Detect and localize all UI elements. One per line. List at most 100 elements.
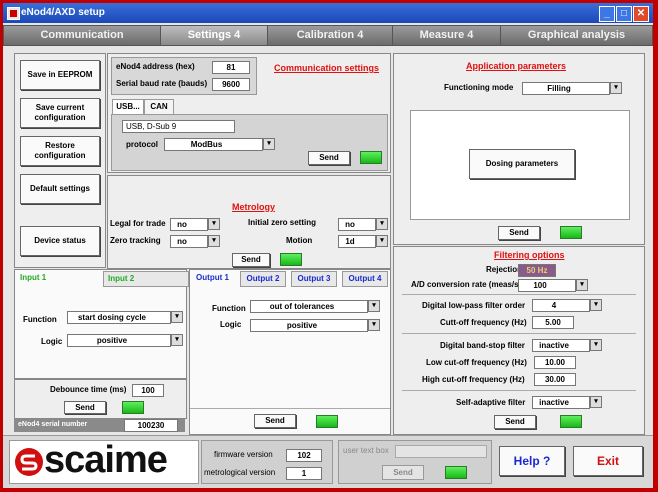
tab-usb[interactable]: USB... <box>112 99 144 115</box>
communication-settings-title: Communication settings <box>274 63 380 73</box>
lowpass-order-select[interactable]: 4 ▾ <box>532 299 602 312</box>
window-title: eNod4/AXD setup <box>21 7 105 18</box>
tab-communication[interactable]: Communication <box>3 25 161 46</box>
chevron-down-icon[interactable]: ▾ <box>208 218 220 230</box>
legal-for-trade-select[interactable]: no ▾ <box>170 218 220 231</box>
output-send-button[interactable]: Send <box>254 414 296 428</box>
chevron-down-icon[interactable]: ▾ <box>590 299 602 311</box>
address-box: eNod4 address (hex) 81 Serial baud rate … <box>111 57 257 95</box>
output-function-label: Function <box>212 304 246 313</box>
chevron-down-icon[interactable]: ▾ <box>576 279 588 291</box>
output-panel: Output 1 Output 2 Output 3 Output 4 Func… <box>189 269 391 435</box>
chevron-down-icon[interactable]: ▾ <box>368 300 380 312</box>
filtering-divider-3 <box>402 390 636 391</box>
cutoff-frequency-field[interactable]: 5.00 <box>532 316 574 329</box>
input-logic-value: positive <box>96 336 128 345</box>
legal-for-trade-label: Legal for trade <box>110 219 166 228</box>
chevron-down-icon[interactable]: ▾ <box>610 82 622 94</box>
ad-conversion-select[interactable]: 100 ▾ <box>518 279 588 292</box>
default-settings-button[interactable]: Default settings <box>20 174 100 204</box>
usb-field[interactable]: USB, D-Sub 9 <box>122 120 235 133</box>
filtering-divider-2 <box>402 333 636 334</box>
high-cutoff-label: High cut-off frequency (Hz) <box>422 375 525 384</box>
chevron-down-icon[interactable]: ▾ <box>376 218 388 230</box>
input-function-select[interactable]: start dosing cycle ▾ <box>67 311 183 324</box>
firmware-version-label: firmware version <box>214 450 273 459</box>
low-cutoff-label: Low cut-off frequency (Hz) <box>426 358 527 367</box>
motion-select[interactable]: 1d ▾ <box>338 235 388 248</box>
chevron-down-icon[interactable]: ▾ <box>208 235 220 247</box>
debounce-label: Debounce time (ms) <box>50 385 127 394</box>
tab-graphical-analysis[interactable]: Graphical analysis <box>500 25 653 46</box>
tab-calibration[interactable]: Calibration 4 <box>267 25 393 46</box>
tab-input-2[interactable]: Input 2 <box>103 271 189 287</box>
address-field[interactable]: 81 <box>212 61 250 74</box>
motion-label: Motion <box>286 236 313 245</box>
zero-tracking-select[interactable]: no ▾ <box>170 235 220 248</box>
dosing-parameters-button[interactable]: Dosing parameters <box>469 149 575 179</box>
comm-send-button[interactable]: Send <box>308 151 350 165</box>
scaime-logo-icon <box>15 448 43 476</box>
self-adaptive-select[interactable]: inactive ▾ <box>532 396 602 409</box>
debounce-field[interactable]: 100 <box>132 384 164 397</box>
application-parameters-panel: Application parameters Functioning mode … <box>393 53 645 245</box>
close-button[interactable]: ✕ <box>633 6 649 22</box>
application-send-button[interactable]: Send <box>498 226 540 240</box>
minimize-button[interactable]: _ <box>599 6 615 22</box>
functioning-mode-select[interactable]: Filling ▾ <box>522 82 622 95</box>
maximize-button[interactable]: □ <box>616 6 632 22</box>
filtering-send-button[interactable]: Send <box>494 415 536 429</box>
protocol-select[interactable]: ModBus ▾ <box>164 138 275 151</box>
tab-measure[interactable]: Measure 4 <box>392 25 501 46</box>
save-eeprom-button[interactable]: Save in EEPROM <box>20 60 100 90</box>
chevron-down-icon[interactable]: ▾ <box>263 138 275 150</box>
save-current-configuration-button[interactable]: Save current configuration <box>20 98 100 128</box>
initial-zero-setting-select[interactable]: no ▾ <box>338 218 388 231</box>
bandstop-select[interactable]: inactive ▾ <box>532 339 602 352</box>
lowpass-order-label: Digital low-pass filter order <box>422 301 526 310</box>
output-logic-select[interactable]: positive ▾ <box>250 319 380 332</box>
help-button[interactable]: Help ? <box>499 446 565 476</box>
user-text-label: user text box <box>343 446 389 455</box>
title-bar: eNod4/AXD setup _ □ ✕ <box>3 3 653 23</box>
device-status-button[interactable]: Device status <box>20 226 100 256</box>
tab-output-2[interactable]: Output 2 <box>240 271 286 287</box>
input-send-button[interactable]: Send <box>64 401 106 414</box>
rejection-label: Rejection <box>486 265 523 274</box>
chevron-down-icon[interactable]: ▾ <box>368 319 380 331</box>
output-divider <box>190 408 390 409</box>
baud-label: Serial baud rate (bauds) <box>116 79 208 88</box>
filtering-status-led <box>560 415 582 428</box>
chevron-down-icon[interactable]: ▾ <box>590 396 602 408</box>
output-function-select[interactable]: out of tolerances ▾ <box>250 300 380 313</box>
tab-output-4[interactable]: Output 4 <box>342 271 388 287</box>
high-cutoff-field[interactable]: 30.00 <box>534 373 576 386</box>
lowpass-order-value: 4 <box>551 301 557 310</box>
tab-can[interactable]: CAN <box>144 99 174 115</box>
tab-settings[interactable]: Settings 4 <box>160 25 268 46</box>
tab-input-1[interactable]: Input 1 <box>16 271 100 285</box>
chevron-down-icon[interactable]: ▾ <box>171 311 183 323</box>
chevron-down-icon[interactable]: ▾ <box>171 334 183 346</box>
address-label: eNod4 address (hex) <box>116 62 195 71</box>
exit-button[interactable]: Exit <box>573 446 643 476</box>
tab-output-3[interactable]: Output 3 <box>291 271 337 287</box>
user-text-send-button[interactable]: Send <box>382 465 424 480</box>
metrology-title: Metrology <box>232 202 276 212</box>
bandstop-value: inactive <box>539 341 569 350</box>
user-text-input[interactable] <box>395 445 487 458</box>
metrological-version-field: 1 <box>286 467 322 480</box>
chevron-down-icon[interactable]: ▾ <box>590 339 602 351</box>
input-logic-select[interactable]: positive ▾ <box>67 334 183 347</box>
rejection-field[interactable]: 50 Hz <box>518 264 556 277</box>
low-cutoff-field[interactable]: 10.00 <box>534 356 576 369</box>
restore-configuration-button[interactable]: Restore configuration <box>20 136 100 166</box>
baud-field[interactable]: 9600 <box>212 78 250 91</box>
filtering-options-panel: Filtering options Rejection 50 Hz A/D co… <box>393 246 645 435</box>
tab-output-1[interactable]: Output 1 <box>191 271 234 285</box>
metrology-send-button[interactable]: Send <box>232 253 270 267</box>
input-panel: Input 1 Input 2 Function start dosing cy… <box>14 269 189 379</box>
chevron-down-icon[interactable]: ▾ <box>376 235 388 247</box>
debounce-panel: Debounce time (ms) 100 Send <box>14 379 187 419</box>
serial-number-label: eNod4 serial number <box>18 421 88 428</box>
